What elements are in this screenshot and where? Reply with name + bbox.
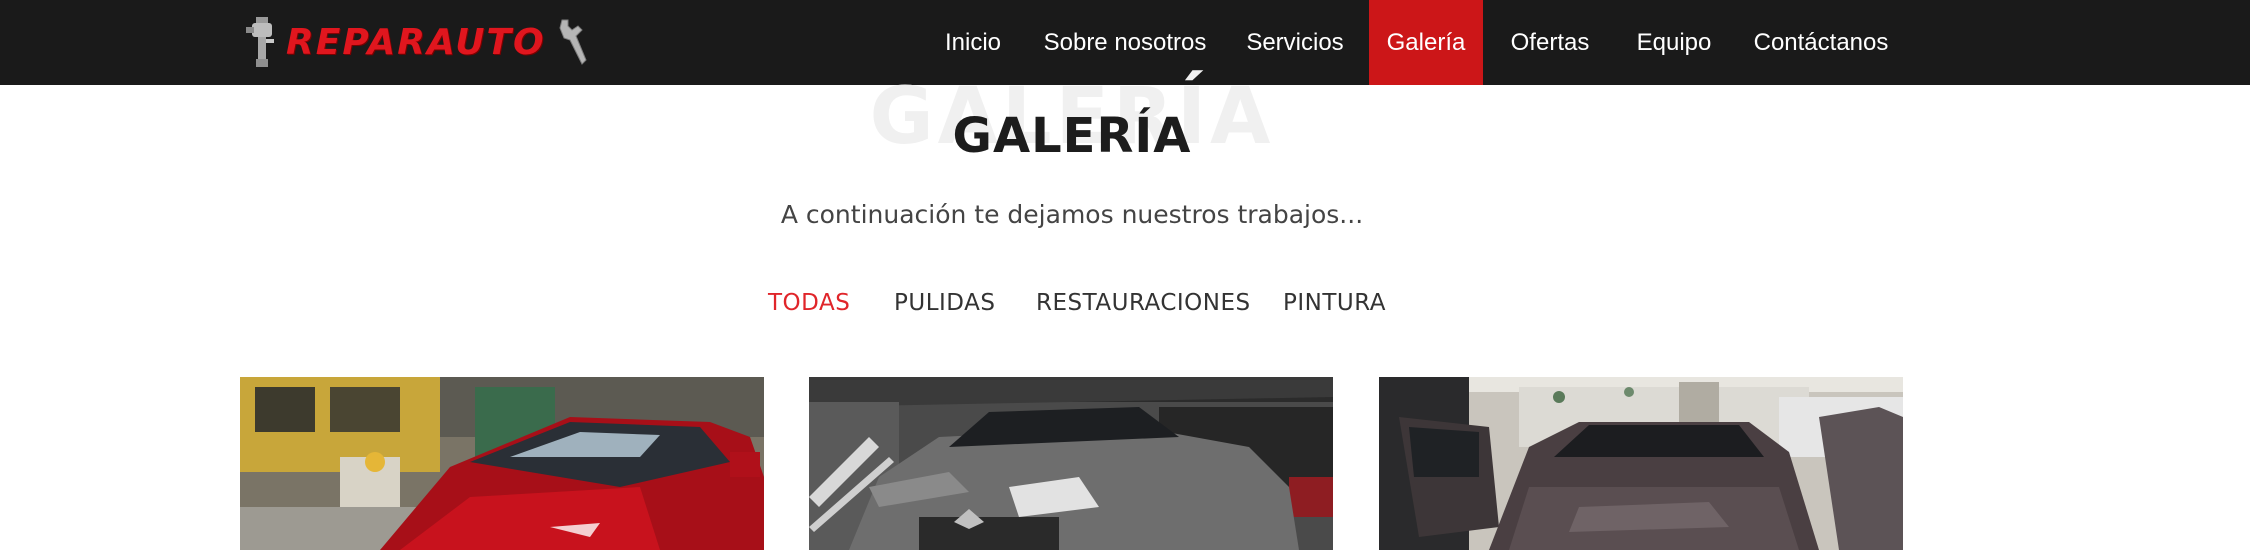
filter-todas[interactable]: TODAS (768, 290, 850, 316)
filter-pintura[interactable]: PINTURA (1283, 290, 1386, 316)
gallery-item-grey-sedan[interactable] (809, 377, 1333, 550)
page-subtitle: A continuación te dejamos nuestros traba… (780, 200, 1364, 229)
filter-pulidas[interactable]: PULIDAS (894, 290, 995, 316)
page-title: GALERÍA (952, 108, 1192, 164)
red-car-photo (240, 377, 764, 550)
spray-gun-icon (246, 17, 274, 67)
gallery-item-red-car[interactable] (240, 377, 764, 550)
brand-name: REPARAUTO (286, 21, 546, 63)
filter-restauraciones[interactable]: RESTAURACIONES (1036, 290, 1251, 316)
grey-sedan-photo (809, 377, 1333, 550)
dark-car-photo (1379, 377, 1903, 550)
brand-logo[interactable]: REPARAUTO (244, 12, 590, 72)
wrench-icon (559, 19, 587, 65)
gallery-item-dark-car[interactable] (1379, 377, 1903, 550)
